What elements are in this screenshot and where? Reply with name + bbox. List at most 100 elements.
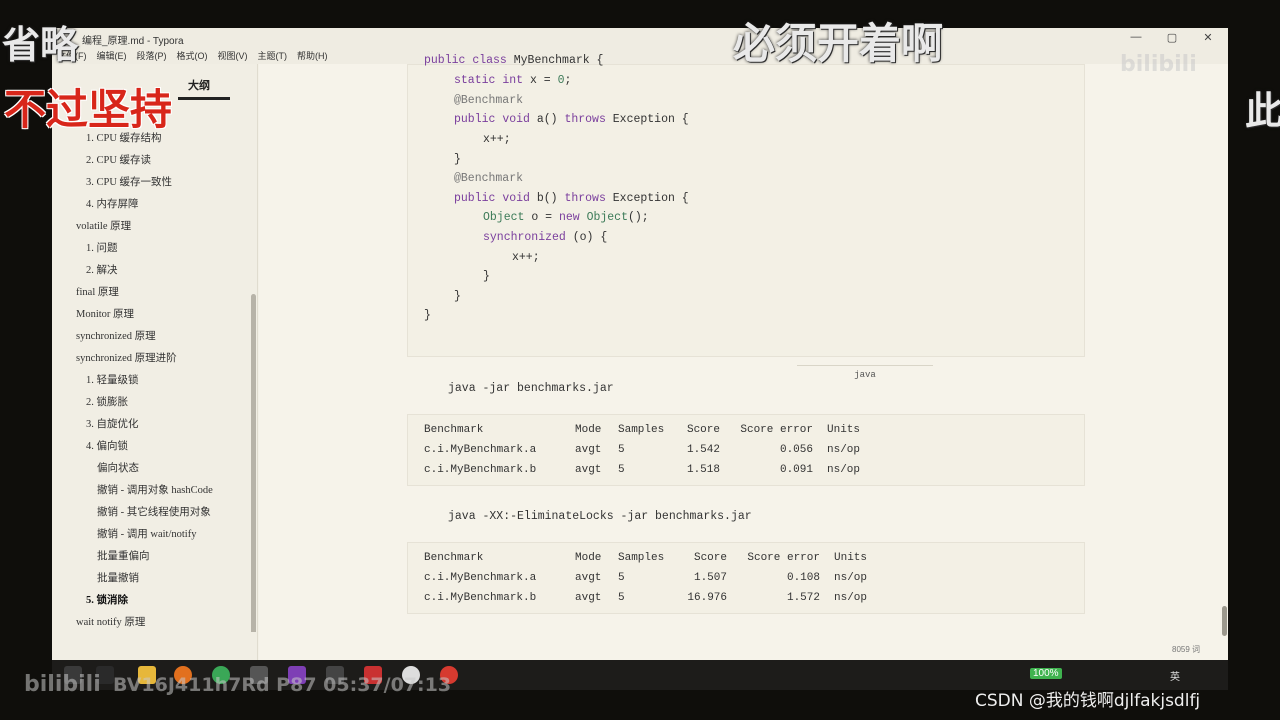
outline-item[interactable]: Monitor 原理	[52, 304, 252, 326]
table-cell: ns/op	[834, 592, 868, 604]
table-cell: 5	[618, 572, 625, 584]
outline-item[interactable]: 2. CPU 缓存读	[52, 150, 252, 172]
table-cell: 5	[618, 464, 625, 476]
code-line: public void b() throws Exception {	[454, 192, 689, 205]
command-line-2: java -XX:-EliminateLocks -jar benchmarks…	[448, 510, 752, 523]
code-line: }	[454, 290, 461, 303]
table-header-cell: Score error	[740, 424, 813, 436]
table-cell: ns/op	[827, 464, 861, 476]
code-line: Object o = new Object();	[483, 211, 649, 224]
outline-item[interactable]: 4. 内存屏障	[52, 194, 252, 216]
close-button[interactable]: ✕	[1200, 31, 1216, 44]
outline-item[interactable]: 1. 问题	[52, 238, 252, 260]
video-id-watermark: BV16J411h7Rd P87 05:37/07:13	[113, 674, 452, 696]
table-cell: c.i.MyBenchmark.a	[424, 444, 537, 456]
outline-item[interactable]: 批量重偏向	[52, 546, 252, 568]
outline-list: 1. CPU 缓存结构 2. CPU 缓存读 3. CPU 缓存一致性 4. 内存屏障…	[52, 128, 252, 656]
outline-item[interactable]: 2. 锁膨胀	[52, 392, 252, 414]
menu-format[interactable]: 格式(O)	[177, 48, 208, 64]
sidebar-footer: < </>	[52, 632, 302, 660]
bilibili-logo-bottom: bilibili	[24, 672, 101, 697]
table-cell: 1.518	[686, 464, 720, 476]
outline-item[interactable]: final 原理	[52, 282, 252, 304]
outline-item[interactable]: volatile 原理	[52, 216, 252, 238]
word-count[interactable]: 8059 词	[1172, 644, 1200, 655]
window-title: 编程_原理.md - Typora	[82, 36, 184, 47]
table-header-cell: Score	[693, 552, 727, 564]
outline-item[interactable]: 3. 自旋优化	[52, 414, 252, 436]
menu-paragraph[interactable]: 段落(P)	[137, 48, 167, 64]
overlay-underline	[178, 97, 230, 100]
ime-indicator[interactable]: 英	[1170, 668, 1180, 683]
code-line: public class MyBenchmark {	[424, 54, 604, 67]
outline-item[interactable]: 撤销 - 调用 wait/notify	[52, 524, 252, 546]
table-cell: avgt	[575, 592, 602, 604]
table-header-cell: Units	[827, 424, 861, 436]
table-header-cell: Mode	[575, 424, 602, 436]
code-line: static int x = 0;	[454, 74, 572, 87]
code-line: public void a() throws Exception {	[454, 113, 689, 126]
table-cell: avgt	[575, 464, 602, 476]
table-cell: 0.091	[779, 464, 813, 476]
code-line: x++;	[483, 133, 511, 146]
menu-bar: 文件(F) 编辑(E) 段落(P) 格式(O) 视图(V) 主题(T) 帮助(H…	[52, 48, 1228, 64]
overlay-text-red: 不过坚持	[4, 85, 173, 134]
outline-item[interactable]: 批量撤销	[52, 568, 252, 590]
code-line: }	[424, 309, 431, 322]
table-cell: c.i.MyBenchmark.b	[424, 464, 537, 476]
outline-item[interactable]: 2. 解决	[52, 260, 252, 282]
table-header-cell: Score	[686, 424, 720, 436]
code-content: public class MyBenchmark { static int x …	[408, 54, 1084, 356]
outline-item[interactable]: 偏向状态	[52, 458, 252, 480]
outline-item[interactable]: 撤销 - 调用对象 hashCode	[52, 480, 252, 502]
outline-item[interactable]: 5. 锁消除	[52, 590, 252, 612]
table-cell: avgt	[575, 444, 602, 456]
code-block[interactable]: public class MyBenchmark { static int x …	[407, 54, 1085, 357]
sidebar-scrollbar[interactable]	[251, 294, 256, 646]
outline-item[interactable]: synchronized 原理	[52, 326, 252, 348]
table-cell: c.i.MyBenchmark.a	[424, 572, 537, 584]
code-line: x++;	[512, 251, 540, 264]
menu-edit[interactable]: 编辑(E)	[97, 48, 127, 64]
outline-item[interactable]: 4. 偏向锁	[52, 436, 252, 458]
title-bar: 编程_原理.md - Typora — ▢ ✕	[52, 28, 1228, 48]
bilibili-logo-top: bilibili	[1120, 52, 1197, 77]
editor-scrollbar[interactable]	[1222, 606, 1227, 636]
table-cell: ns/op	[827, 444, 861, 456]
table-cell: c.i.MyBenchmark.b	[424, 592, 537, 604]
command-line-1: java -jar benchmarks.jar	[448, 382, 614, 395]
table-header-cell: Score error	[747, 552, 820, 564]
outline-item[interactable]: wait notify 原理	[52, 612, 252, 634]
outline-item[interactable]: 3. CPU 缓存一致性	[52, 172, 252, 194]
code-line: @Benchmark	[454, 94, 524, 107]
code-line: synchronized (o) {	[483, 231, 608, 244]
outline-item[interactable]: synchronized 原理进阶	[52, 348, 252, 370]
outline-item[interactable]: 撤销 - 其它线程使用对象	[52, 502, 252, 524]
overlay-text-right: 此	[1245, 89, 1280, 133]
code-line: }	[454, 153, 461, 166]
table-cell: avgt	[575, 572, 602, 584]
outline-header[interactable]: 大纲	[188, 77, 210, 93]
menu-help[interactable]: 帮助(H)	[297, 48, 328, 64]
outline-sidebar: 大纲 1. CPU 缓存结构 2. CPU 缓存读 3. CPU 缓存一致性 4. 内…	[52, 64, 258, 660]
menu-view[interactable]: 视图(V)	[218, 48, 248, 64]
maximize-button[interactable]: ▢	[1164, 31, 1180, 44]
table-header-cell: Units	[834, 552, 868, 564]
table-cell: 5	[618, 444, 625, 456]
menu-theme[interactable]: 主题(T)	[258, 48, 288, 64]
battery-indicator[interactable]: 100%	[1030, 668, 1062, 679]
minimize-button[interactable]: —	[1128, 31, 1144, 43]
table-cell: 0.108	[786, 572, 820, 584]
result-table-2[interactable]: Benchmark Mode Samples Score Score error Unit…	[407, 542, 1085, 614]
overlay-text-top-center: 必须开着啊	[733, 19, 944, 68]
table-cell: 0.056	[779, 444, 813, 456]
table-header-cell: Mode	[575, 552, 602, 564]
table-cell: 1.542	[686, 444, 720, 456]
table-cell: 1.572	[786, 592, 820, 604]
result-table-1[interactable]: Benchmark Mode Samples Score Score error Unit…	[407, 414, 1085, 486]
outline-item[interactable]: 1. 轻量级锁	[52, 370, 252, 392]
csdn-watermark: CSDN @我的钱啊djlfakjsdlfj	[975, 691, 1201, 711]
typora-window: 编程_原理.md - Typora — ▢ ✕ 文件(F) 编辑(E) 段落(P…	[52, 28, 1228, 660]
code-language-label[interactable]: java	[797, 365, 933, 380]
editor-area[interactable]: public class MyBenchmark { static int x …	[259, 54, 1228, 660]
